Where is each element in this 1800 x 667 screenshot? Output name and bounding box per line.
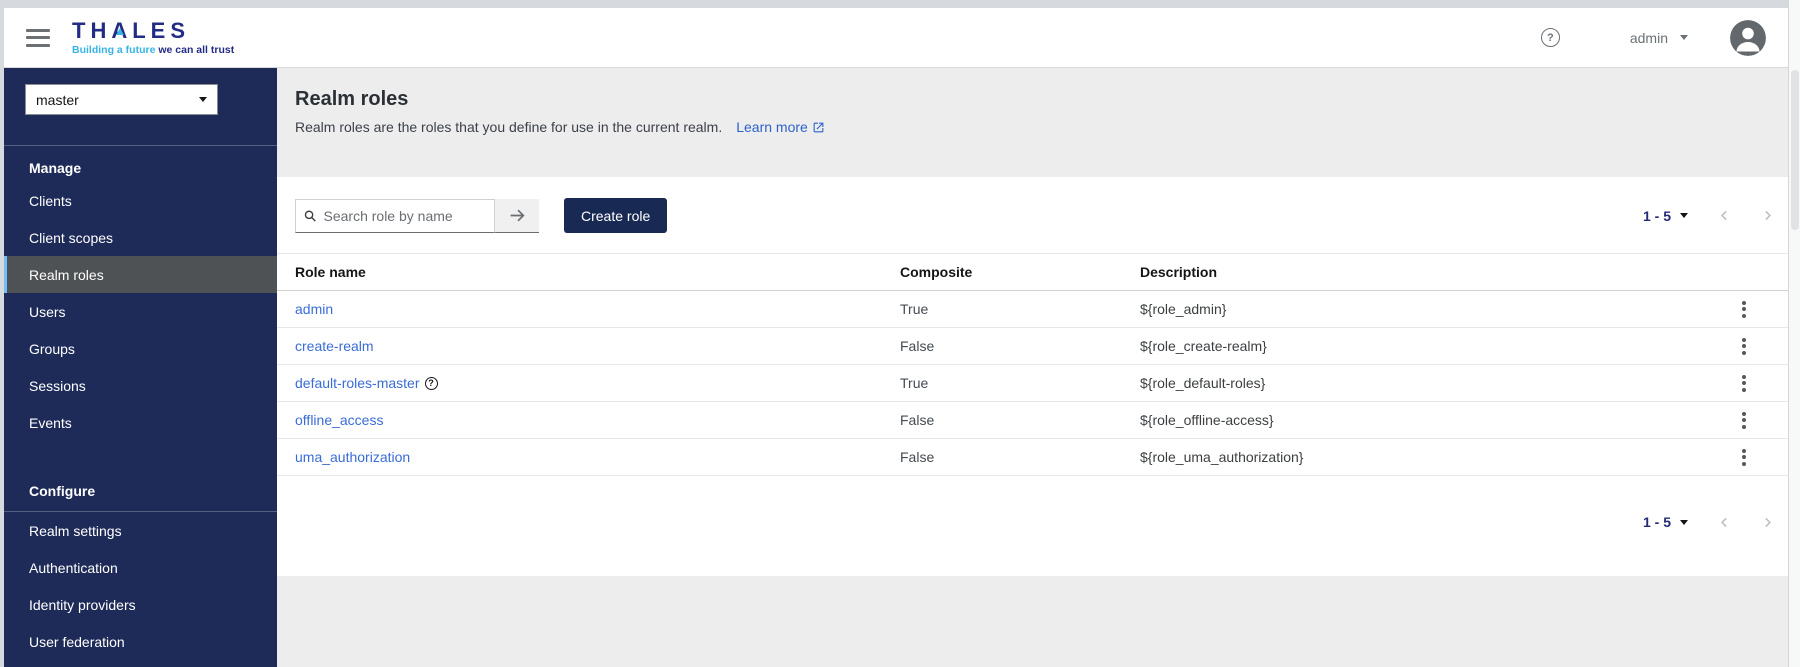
sidebar-nav: master Manage Clients Client scopes Real… xyxy=(4,68,277,667)
top-header: THALES Building a future we can all trus… xyxy=(4,8,1788,68)
roles-table: Role name Composite Description admin Tr… xyxy=(277,253,1788,476)
composite-value: False xyxy=(900,338,935,354)
row-actions-kebab[interactable] xyxy=(1732,332,1756,361)
composite-value: True xyxy=(900,301,929,317)
search-submit-button[interactable] xyxy=(495,198,539,233)
chevron-right-icon xyxy=(1765,517,1771,527)
app-frame: THALES Building a future we can all trus… xyxy=(0,0,1800,667)
row-actions-kebab[interactable] xyxy=(1732,406,1756,435)
pagination-range-dropdown[interactable]: 1 - 5 xyxy=(1643,514,1688,530)
realm-selector[interactable]: master xyxy=(25,84,218,115)
user-dropdown[interactable]: admin xyxy=(1630,30,1688,46)
description-value: ${role_admin} xyxy=(1140,301,1227,317)
username-label: admin xyxy=(1629,29,1668,46)
arrow-right-icon xyxy=(510,209,525,221)
table-row: uma_authorization False ${role_uma_autho… xyxy=(277,439,1788,476)
sidebar-item-realm-settings[interactable]: Realm settings xyxy=(4,512,277,549)
description-value: ${role_uma_authorization} xyxy=(1140,449,1304,465)
chevron-down-icon xyxy=(199,97,207,106)
chevron-left-icon xyxy=(1721,210,1727,221)
sidebar-item-clients[interactable]: Clients xyxy=(4,182,277,219)
composite-value: False xyxy=(900,449,935,465)
composite-value: False xyxy=(900,412,935,428)
logo-brand-text: THALES xyxy=(72,17,190,43)
column-role-name: Role name xyxy=(295,264,366,280)
table-row: default-roles-master ? True ${role_defau… xyxy=(277,365,1788,402)
chevron-down-icon xyxy=(1680,35,1688,44)
sidebar-item-realm-roles[interactable]: Realm roles xyxy=(4,256,277,293)
create-role-button[interactable]: Create role xyxy=(564,198,668,233)
help-button[interactable]: ? xyxy=(1540,28,1560,47)
sidebar-item-groups[interactable]: Groups xyxy=(4,330,277,367)
sidebar-item-sessions[interactable]: Sessions xyxy=(4,367,277,404)
table-row: offline_access False ${role_offline-acce… xyxy=(277,402,1788,439)
description-value: ${role_offline-access} xyxy=(1140,412,1274,428)
sidebar-item-users[interactable]: Users xyxy=(4,293,277,330)
sidebar-item-authentication[interactable]: Authentication xyxy=(4,549,277,586)
card-footer: 1 - 5 xyxy=(277,476,1788,576)
row-actions-kebab[interactable] xyxy=(1732,369,1756,398)
description-value: ${role_create-realm} xyxy=(1140,338,1267,354)
sidebar-item-events[interactable]: Events xyxy=(4,404,277,441)
learn-more-link[interactable]: Learn more xyxy=(736,119,825,135)
page-title: Realm roles xyxy=(295,88,409,110)
nav-section-configure: Configure xyxy=(4,469,277,512)
table-header-row: Role name Composite Description xyxy=(277,253,1788,291)
external-link-icon xyxy=(813,122,824,132)
logo-tagline: Building a future we can all trust xyxy=(72,43,235,56)
nav-section-manage: Manage xyxy=(29,160,82,176)
search-input[interactable] xyxy=(323,207,486,224)
composite-value: True xyxy=(900,375,929,391)
roles-toolbar: Create role 1 - 5 xyxy=(277,177,1788,253)
chevron-down-icon xyxy=(1680,213,1688,222)
question-circle-icon: ? xyxy=(1540,28,1560,47)
realm-selector-value: master xyxy=(36,91,79,108)
table-row: create-realm False ${role_create-realm} xyxy=(277,328,1788,365)
pagination-bottom: 1 - 5 xyxy=(1643,514,1774,530)
page-subtitle: Realm roles are the roles that you defin… xyxy=(295,119,723,135)
sidebar-item-client-scopes[interactable]: Client scopes xyxy=(4,219,277,256)
role-link[interactable]: admin xyxy=(295,301,333,317)
hamburger-menu-icon[interactable] xyxy=(26,28,50,47)
column-description: Description xyxy=(1140,264,1218,280)
description-value: ${role_default-roles} xyxy=(1140,375,1266,391)
chevron-left-icon xyxy=(1721,517,1727,527)
chevron-down-icon xyxy=(1680,519,1688,529)
sidebar-item-user-federation[interactable]: User federation xyxy=(4,623,277,660)
column-composite: Composite xyxy=(900,264,973,280)
pagination-prev-button[interactable] xyxy=(1718,516,1731,529)
row-actions-kebab[interactable] xyxy=(1732,295,1756,324)
chevron-right-icon xyxy=(1765,210,1771,221)
pagination-top: 1 - 5 xyxy=(1643,208,1774,224)
sidebar-item-identity-providers[interactable]: Identity providers xyxy=(4,586,277,623)
pagination-range-label: 1 - 5 xyxy=(1642,514,1671,530)
role-link[interactable]: uma_authorization xyxy=(295,449,410,465)
logo-accent-triangle xyxy=(116,27,124,35)
search-icon xyxy=(304,210,316,222)
search-group xyxy=(295,198,539,233)
main-content: Realm roles Realm roles are the roles th… xyxy=(277,68,1788,667)
scrollbar-thumb[interactable] xyxy=(1791,70,1799,230)
pagination-range-label: 1 - 5 xyxy=(1642,207,1671,224)
thales-logo: THALES Building a future we can all trus… xyxy=(72,17,235,56)
table-row: admin True ${role_admin} xyxy=(277,291,1788,328)
pagination-next-button[interactable] xyxy=(1761,516,1774,529)
role-link[interactable]: default-roles-master xyxy=(295,375,420,391)
pagination-range-dropdown[interactable]: 1 - 5 xyxy=(1643,208,1688,224)
role-link[interactable]: create-realm xyxy=(295,338,374,354)
question-circle-icon[interactable]: ? xyxy=(424,376,438,390)
role-link[interactable]: offline_access xyxy=(295,412,383,428)
avatar[interactable] xyxy=(1730,19,1766,56)
row-actions-kebab[interactable] xyxy=(1732,443,1756,472)
roles-card: Create role 1 - 5 xyxy=(277,177,1788,576)
pagination-next-button[interactable] xyxy=(1761,209,1774,222)
pagination-prev-button[interactable] xyxy=(1718,209,1731,222)
person-icon xyxy=(1730,19,1766,56)
vertical-scrollbar[interactable] xyxy=(1788,0,1800,667)
